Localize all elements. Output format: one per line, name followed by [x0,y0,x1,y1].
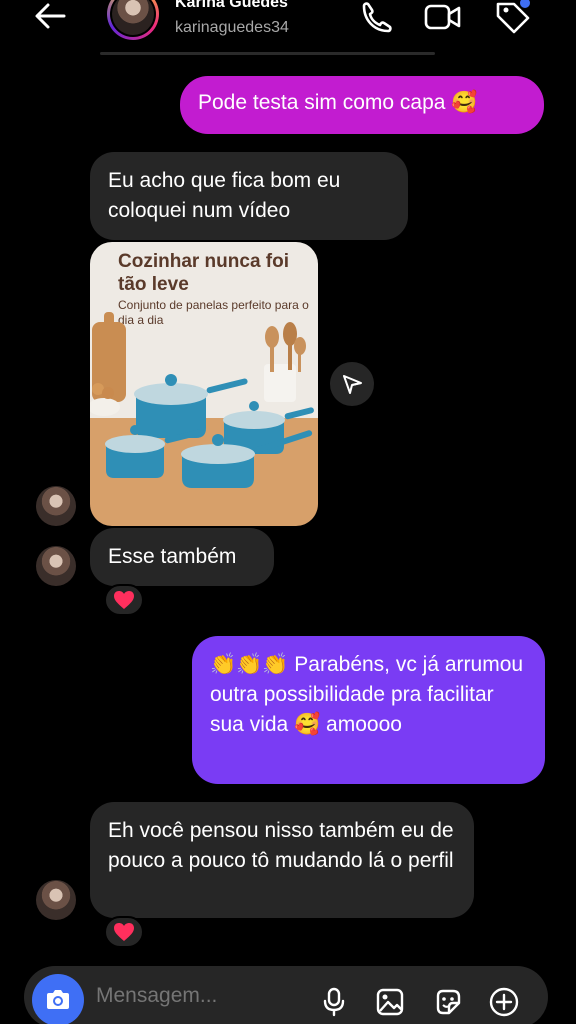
message-text: 👏👏👏 Parabéns, vc já arrumou outra possib… [210,653,524,736]
outgoing-message[interactable]: Pode testa sim como capa 🥰 [180,76,544,134]
camera-button[interactable] [32,974,84,1024]
heart-icon [114,591,134,609]
contact-username[interactable]: karinaguedes34 [175,19,289,37]
tag-icon[interactable] [492,0,532,36]
heart-reaction[interactable] [104,584,144,616]
sender-avatar[interactable] [36,546,76,586]
incoming-message[interactable]: Esse também [90,528,274,586]
contact-avatar[interactable] [107,0,159,40]
send-icon [343,375,362,394]
message-input[interactable] [96,984,296,1008]
outgoing-message[interactable]: 👏👏👏 Parabéns, vc já arrumou outra possib… [192,636,545,784]
incoming-message[interactable]: Eh você pensou nisso também eu de pouco … [90,802,474,918]
message-text: Esse também [108,545,237,568]
video-call-icon[interactable] [422,0,462,36]
chat-header: Karina Guedes karinaguedes34 [0,0,576,55]
contact-name[interactable]: Karina Guedes [175,0,288,12]
cookware-illustration [90,312,314,488]
sender-avatar[interactable] [36,880,76,920]
sender-avatar[interactable] [36,486,76,526]
microphone-icon[interactable] [316,984,352,1020]
phone-icon[interactable] [356,0,396,36]
sticker-icon[interactable] [430,984,466,1020]
gallery-icon[interactable] [372,984,408,1020]
message-text: Eu acho que fica bom eu coloquei num víd… [108,169,341,222]
heart-reaction[interactable] [104,916,144,948]
message-composer [24,966,548,1024]
shared-image[interactable]: Cozinhar nunca foi tão leve Conjunto de … [90,242,318,526]
camera-icon [47,990,69,1009]
back-arrow-icon[interactable] [30,0,70,34]
share-button[interactable] [330,362,374,406]
message-text: Eh você pensou nisso também eu de pouco … [108,819,454,872]
message-text: Pode testa sim como capa 🥰 [198,91,478,114]
add-icon[interactable] [486,984,522,1020]
incoming-message[interactable]: Eu acho que fica bom eu coloquei num víd… [90,152,408,240]
heart-icon [114,923,134,941]
